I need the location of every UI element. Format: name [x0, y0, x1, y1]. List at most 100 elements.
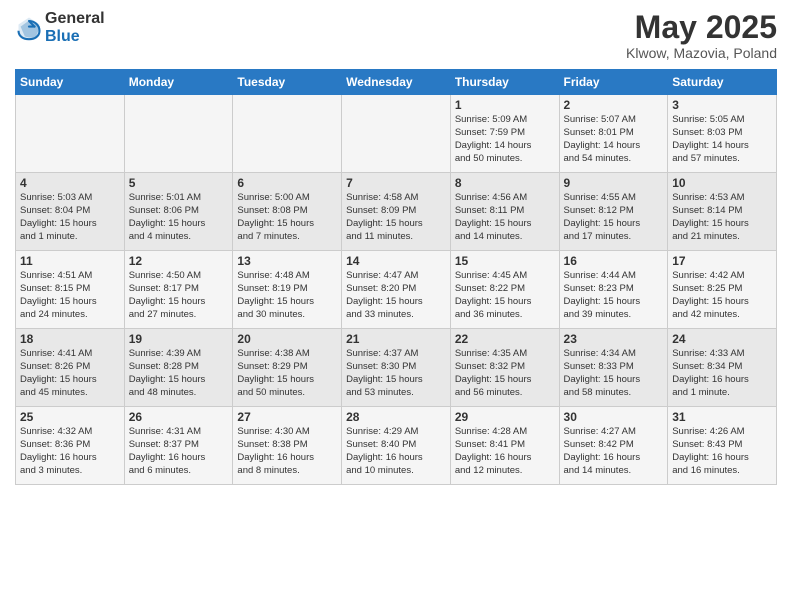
- table-row: 22 Sunrise: 4:35 AM Sunset: 8:32 PM Dayli…: [450, 329, 559, 407]
- table-row: 6 Sunrise: 5:00 AM Sunset: 8:08 PM Daylig…: [233, 173, 342, 251]
- day-number: 13: [237, 254, 337, 268]
- day-info: Sunrise: 5:07 AM Sunset: 8:01 PM Dayligh…: [564, 114, 664, 165]
- day-number: 20: [237, 332, 337, 346]
- day-number: 3: [672, 98, 772, 112]
- col-saturday: Saturday: [668, 70, 777, 95]
- col-sunday: Sunday: [16, 70, 125, 95]
- day-info: Sunrise: 4:41 AM Sunset: 8:26 PM Dayligh…: [20, 348, 120, 399]
- table-row: 1 Sunrise: 5:09 AM Sunset: 7:59 PM Daylig…: [450, 95, 559, 173]
- day-number: 10: [672, 176, 772, 190]
- day-info: Sunrise: 5:09 AM Sunset: 7:59 PM Dayligh…: [455, 114, 555, 165]
- logo-blue-text: Blue: [45, 28, 105, 46]
- day-info: Sunrise: 4:26 AM Sunset: 8:43 PM Dayligh…: [672, 426, 772, 477]
- logo-general-text: General: [45, 10, 105, 28]
- day-info: Sunrise: 4:47 AM Sunset: 8:20 PM Dayligh…: [346, 270, 446, 321]
- day-info: Sunrise: 4:38 AM Sunset: 8:29 PM Dayligh…: [237, 348, 337, 399]
- day-number: 4: [20, 176, 120, 190]
- table-row: 4 Sunrise: 5:03 AM Sunset: 8:04 PM Daylig…: [16, 173, 125, 251]
- day-number: 8: [455, 176, 555, 190]
- table-row: 12 Sunrise: 4:50 AM Sunset: 8:17 PM Dayli…: [124, 251, 233, 329]
- table-row: 25Sunrise: 4:32 AM Sunset: 8:36 PM Dayli…: [16, 407, 125, 485]
- table-row: 14 Sunrise: 4:47 AM Sunset: 8:20 PM Dayli…: [342, 251, 451, 329]
- table-row: 8 Sunrise: 4:56 AM Sunset: 8:11 PM Daylig…: [450, 173, 559, 251]
- day-info: Sunrise: 4:58 AM Sunset: 8:09 PM Dayligh…: [346, 192, 446, 243]
- table-row: 10 Sunrise: 4:53 AM Sunset: 8:14 PM Dayli…: [668, 173, 777, 251]
- day-number: 5: [129, 176, 229, 190]
- calendar-header-row: Sunday Monday Tuesday Wednesday Thursday…: [16, 70, 777, 95]
- day-info: Sunrise: 4:55 AM Sunset: 8:12 PM Dayligh…: [564, 192, 664, 243]
- col-wednesday: Wednesday: [342, 70, 451, 95]
- col-thursday: Thursday: [450, 70, 559, 95]
- day-number: 21: [346, 332, 446, 346]
- day-number: 25: [20, 410, 120, 424]
- day-number: 29: [455, 410, 555, 424]
- day-info: Sunrise: 5:03 AM Sunset: 8:04 PM Dayligh…: [20, 192, 120, 243]
- day-number: 24: [672, 332, 772, 346]
- table-row: [124, 95, 233, 173]
- col-tuesday: Tuesday: [233, 70, 342, 95]
- day-info: Sunrise: 4:53 AM Sunset: 8:14 PM Dayligh…: [672, 192, 772, 243]
- day-info: Sunrise: 5:01 AM Sunset: 8:06 PM Dayligh…: [129, 192, 229, 243]
- col-friday: Friday: [559, 70, 668, 95]
- table-row: 21 Sunrise: 4:37 AM Sunset: 8:30 PM Dayli…: [342, 329, 451, 407]
- table-row: 19 Sunrise: 4:39 AM Sunset: 8:28 PM Dayli…: [124, 329, 233, 407]
- table-row: 26 Sunrise: 4:31 AM Sunset: 8:37 PM Dayli…: [124, 407, 233, 485]
- table-row: 30Sunrise: 4:27 AM Sunset: 8:42 PM Dayli…: [559, 407, 668, 485]
- calendar-week-2: 4 Sunrise: 5:03 AM Sunset: 8:04 PM Daylig…: [16, 173, 777, 251]
- day-number: 1: [455, 98, 555, 112]
- table-row: 27Sunrise: 4:30 AM Sunset: 8:38 PM Dayli…: [233, 407, 342, 485]
- col-monday: Monday: [124, 70, 233, 95]
- calendar-week-5: 25Sunrise: 4:32 AM Sunset: 8:36 PM Dayli…: [16, 407, 777, 485]
- day-number: 2: [564, 98, 664, 112]
- day-info: Sunrise: 5:00 AM Sunset: 8:08 PM Dayligh…: [237, 192, 337, 243]
- day-info: Sunrise: 4:44 AM Sunset: 8:23 PM Dayligh…: [564, 270, 664, 321]
- table-row: 11 Sunrise: 4:51 AM Sunset: 8:15 PM Dayli…: [16, 251, 125, 329]
- table-row: 5 Sunrise: 5:01 AM Sunset: 8:06 PM Daylig…: [124, 173, 233, 251]
- day-info: Sunrise: 4:34 AM Sunset: 8:33 PM Dayligh…: [564, 348, 664, 399]
- day-number: 18: [20, 332, 120, 346]
- calendar-week-4: 18 Sunrise: 4:41 AM Sunset: 8:26 PM Dayli…: [16, 329, 777, 407]
- day-info: Sunrise: 4:39 AM Sunset: 8:28 PM Dayligh…: [129, 348, 229, 399]
- day-info: Sunrise: 4:31 AM Sunset: 8:37 PM Dayligh…: [129, 426, 229, 477]
- day-number: 26: [129, 410, 229, 424]
- table-row: [342, 95, 451, 173]
- location-subtitle: Klwow, Mazovia, Poland: [626, 45, 777, 61]
- logo-icon: [15, 14, 43, 42]
- day-number: 22: [455, 332, 555, 346]
- table-row: 18 Sunrise: 4:41 AM Sunset: 8:26 PM Dayli…: [16, 329, 125, 407]
- page: General Blue May 2025 Klwow, Mazovia, Po…: [0, 0, 792, 612]
- table-row: 17Sunrise: 4:42 AM Sunset: 8:25 PM Dayli…: [668, 251, 777, 329]
- title-area: May 2025 Klwow, Mazovia, Poland: [626, 10, 777, 61]
- day-info: Sunrise: 5:05 AM Sunset: 8:03 PM Dayligh…: [672, 114, 772, 165]
- day-number: 28: [346, 410, 446, 424]
- table-row: 15 Sunrise: 4:45 AM Sunset: 8:22 PM Dayli…: [450, 251, 559, 329]
- table-row: 9 Sunrise: 4:55 AM Sunset: 8:12 PM Daylig…: [559, 173, 668, 251]
- day-number: 11: [20, 254, 120, 268]
- day-number: 19: [129, 332, 229, 346]
- logo: General Blue: [15, 10, 105, 45]
- day-info: Sunrise: 4:45 AM Sunset: 8:22 PM Dayligh…: [455, 270, 555, 321]
- day-info: Sunrise: 4:35 AM Sunset: 8:32 PM Dayligh…: [455, 348, 555, 399]
- day-info: Sunrise: 4:56 AM Sunset: 8:11 PM Dayligh…: [455, 192, 555, 243]
- day-number: 12: [129, 254, 229, 268]
- table-row: 20 Sunrise: 4:38 AM Sunset: 8:29 PM Dayli…: [233, 329, 342, 407]
- calendar-table: Sunday Monday Tuesday Wednesday Thursday…: [15, 69, 777, 485]
- day-number: 6: [237, 176, 337, 190]
- table-row: 23Sunrise: 4:34 AM Sunset: 8:33 PM Dayli…: [559, 329, 668, 407]
- day-info: Sunrise: 4:29 AM Sunset: 8:40 PM Dayligh…: [346, 426, 446, 477]
- day-info: Sunrise: 4:50 AM Sunset: 8:17 PM Dayligh…: [129, 270, 229, 321]
- day-number: 9: [564, 176, 664, 190]
- table-row: 3 Sunrise: 5:05 AM Sunset: 8:03 PM Daylig…: [668, 95, 777, 173]
- calendar-week-1: 1 Sunrise: 5:09 AM Sunset: 7:59 PM Daylig…: [16, 95, 777, 173]
- table-row: 7Sunrise: 4:58 AM Sunset: 8:09 PM Daylig…: [342, 173, 451, 251]
- day-info: Sunrise: 4:51 AM Sunset: 8:15 PM Dayligh…: [20, 270, 120, 321]
- day-number: 31: [672, 410, 772, 424]
- day-number: 16: [564, 254, 664, 268]
- day-number: 14: [346, 254, 446, 268]
- day-info: Sunrise: 4:42 AM Sunset: 8:25 PM Dayligh…: [672, 270, 772, 321]
- calendar-week-3: 11 Sunrise: 4:51 AM Sunset: 8:15 PM Dayli…: [16, 251, 777, 329]
- day-info: Sunrise: 4:37 AM Sunset: 8:30 PM Dayligh…: [346, 348, 446, 399]
- table-row: [16, 95, 125, 173]
- table-row: [233, 95, 342, 173]
- day-number: 15: [455, 254, 555, 268]
